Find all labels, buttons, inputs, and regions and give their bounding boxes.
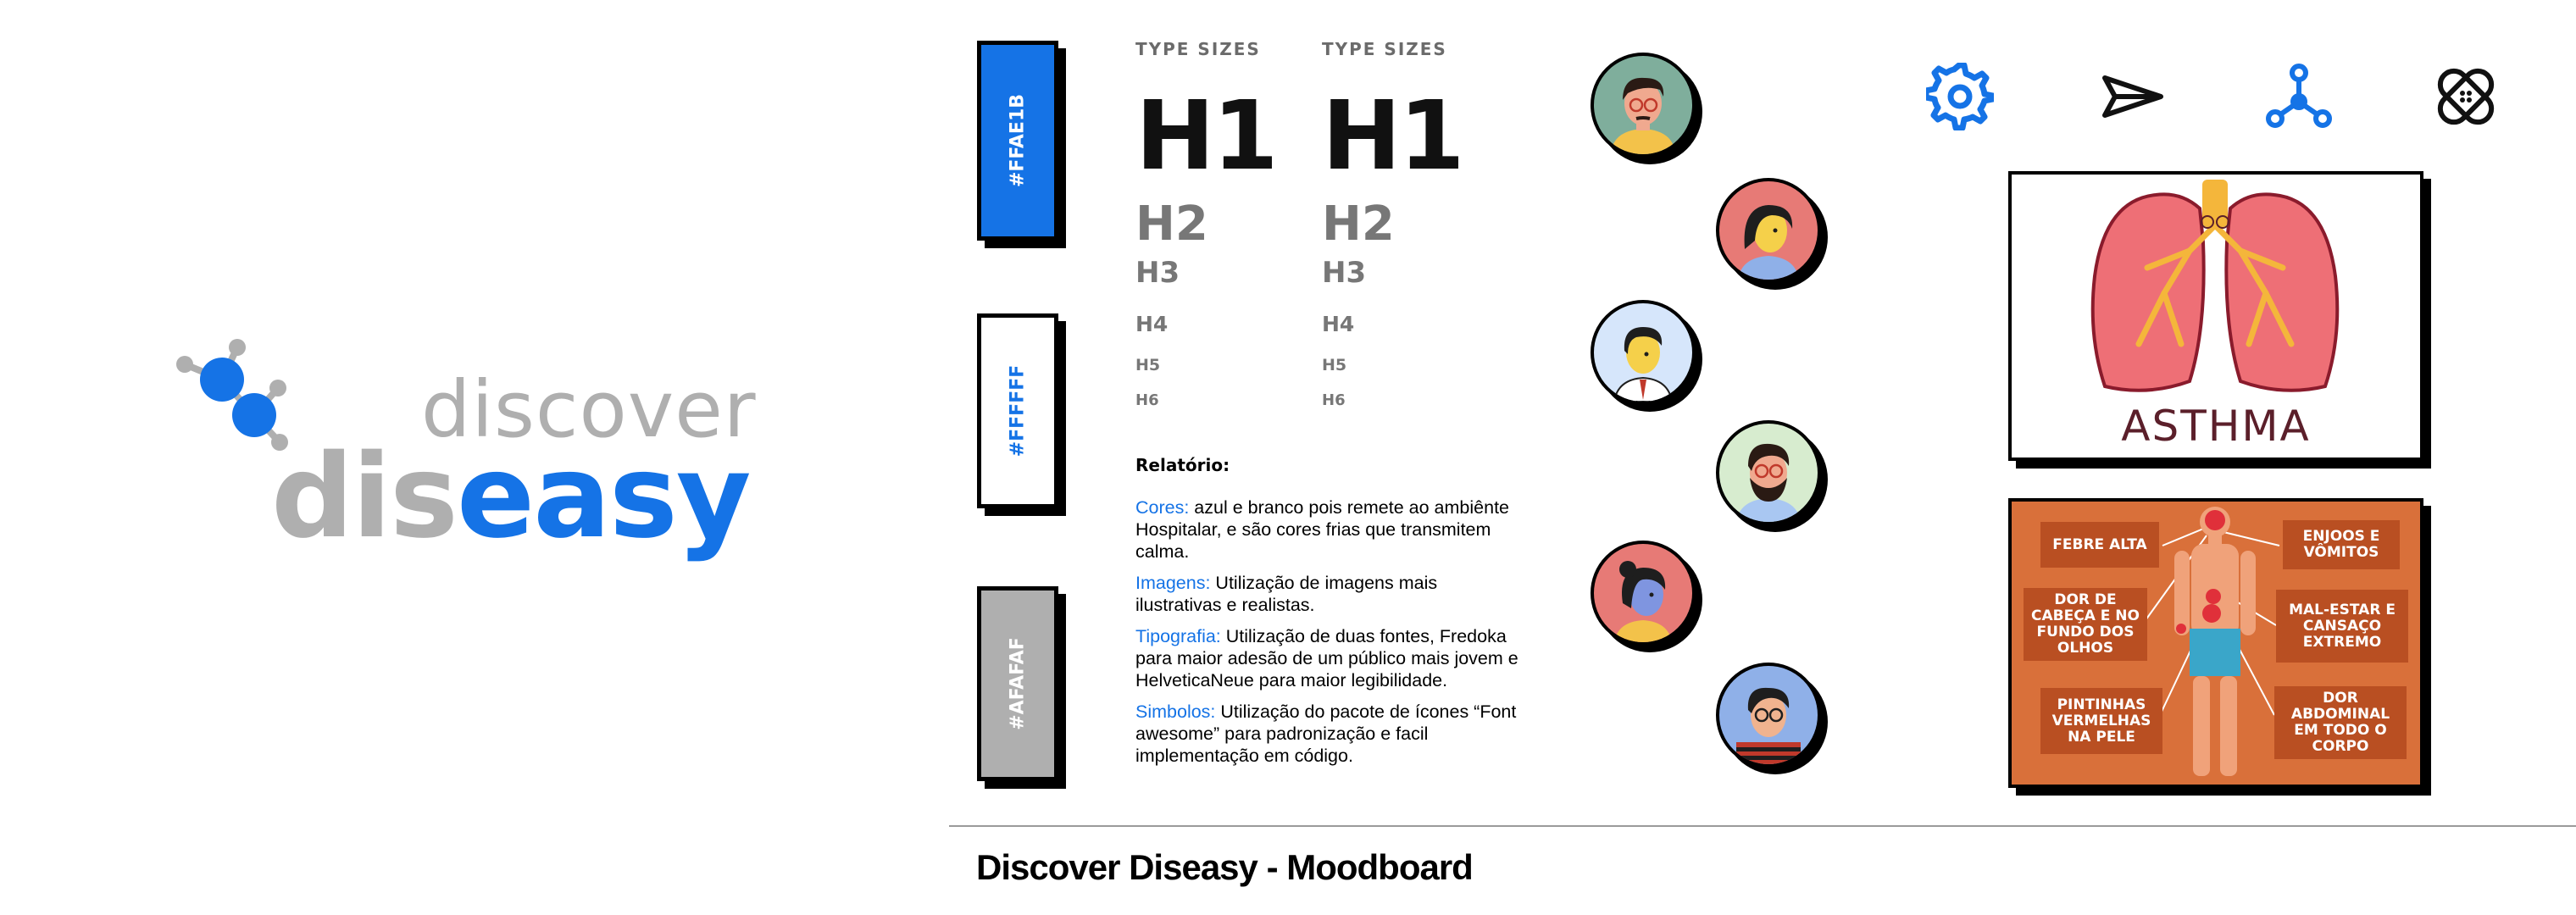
paper-plane-icon [2102, 75, 2163, 118]
type-sizes-caption: TYPE SIZES [1322, 39, 1447, 59]
sample-h5: H5 [1322, 356, 1347, 374]
color-swatch-blue: #FFAE1B [977, 41, 1058, 241]
sample-h1: H1 [1135, 81, 1279, 191]
sample-h3: H3 [1322, 256, 1367, 290]
symptom-nausea-label: ENJOOS E VÔMITOS [2283, 520, 2400, 569]
swatch-label: #FFFFFF [1007, 364, 1029, 458]
symptom-spots-label: PINTINHAS VERMELHAS NA PELE [2040, 688, 2162, 754]
logo-dis-text: dis [271, 430, 458, 564]
network-nodes-icon [2266, 64, 2332, 128]
page-title: Discover Diseasy - Moodboard [976, 847, 1474, 887]
avatar [1716, 663, 1821, 768]
brand-logo: discover diseasy [169, 322, 763, 602]
sample-h2: H2 [1322, 197, 1395, 252]
sample-h2: H2 [1135, 197, 1208, 252]
swatch-label: #FFAE1B [1007, 93, 1029, 188]
report-title: Relatório: [1135, 455, 1230, 475]
avatar [1591, 541, 1696, 646]
report-item-symbols: Simbolos: Utilização do pacote de ícones… [1135, 701, 1525, 767]
sample-h5: H5 [1135, 356, 1161, 374]
symptom-headache-label: DOR DE CABEÇA E NO FUNDO DOS OLHOS [2024, 588, 2147, 661]
logo-easy-text: easy [456, 430, 752, 564]
symptoms-illustration-card: FEBRE ALTA DOR DE CABEÇA E NO FUNDO DOS … [2008, 498, 2423, 788]
report-key: Cores: [1135, 497, 1190, 518]
report-item-colors: Cores: azul e branco pois remete ao ambi… [1135, 496, 1525, 563]
sample-h3: H3 [1135, 256, 1180, 290]
report-key: Tipografia: [1135, 626, 1221, 646]
report-key: Simbolos: [1135, 702, 1216, 722]
report-section: Relatório: Cores: azul e branco pois rem… [1135, 454, 1525, 776]
gear-icon [1926, 63, 1994, 130]
sample-h4: H4 [1135, 312, 1169, 336]
symptom-fever-label: FEBRE ALTA [2040, 522, 2159, 568]
asthma-illustration-card: ASTHMA [2008, 171, 2423, 461]
bandage-icon [2437, 68, 2495, 125]
report-item-images: Imagens: Utilização de imagens mais ilus… [1135, 572, 1525, 616]
report-key: Imagens: [1135, 573, 1211, 593]
report-text: azul e branco pois remete ao ambiênte Ho… [1135, 497, 1509, 562]
report-item-typography: Tipografia: Utilização de duas fontes, F… [1135, 625, 1525, 691]
type-sizes-column-2: TYPE SIZES H1 H2 H3 H4 H5 H6 [1322, 39, 1491, 409]
lungs-illustration [2090, 180, 2340, 392]
avatar [1591, 300, 1696, 405]
sample-h6: H6 [1322, 391, 1346, 409]
swatch-label: #AFAFAF [1007, 637, 1029, 730]
sample-h6: H6 [1135, 391, 1159, 409]
color-swatch-white: #FFFFFF [977, 313, 1058, 508]
avatar [1591, 53, 1696, 158]
footer-divider [949, 825, 2576, 827]
sample-h4: H4 [1322, 312, 1355, 336]
type-sizes-column-1: TYPE SIZES H1 H2 H3 H4 H5 H6 [1135, 39, 1305, 409]
sample-h1: H1 [1322, 81, 1465, 191]
type-sizes-caption: TYPE SIZES [1135, 39, 1261, 59]
logo-wordmark: diseasy [271, 430, 752, 564]
color-swatch-gray: #AFAFAF [977, 586, 1058, 781]
symptom-abdominal-label: DOR ABDOMINAL EM TODO O CORPO [2274, 686, 2407, 759]
avatar [1716, 178, 1821, 283]
asthma-title: ASTHMA [2121, 402, 2311, 451]
avatar [1716, 420, 1821, 525]
symptom-malaise-label: MAL-ESTAR E CANSAÇO EXTREMO [2276, 590, 2408, 663]
